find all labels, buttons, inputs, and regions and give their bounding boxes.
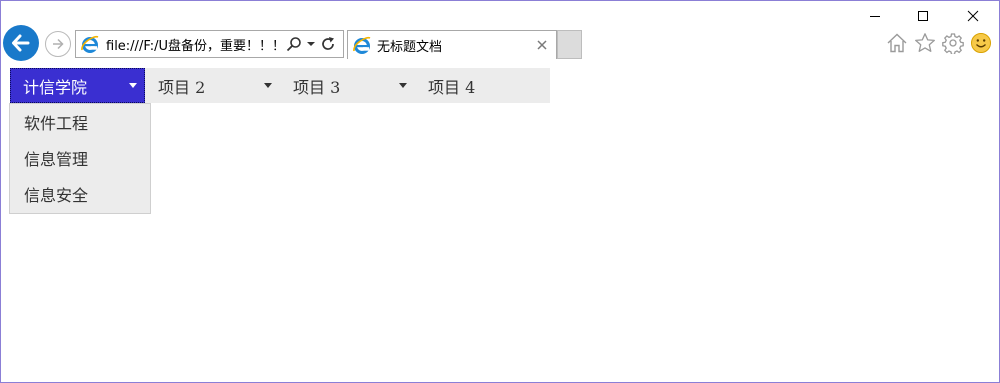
menu-item-label: 计信学院 [23, 77, 88, 97]
tab-untitled[interactable]: 无标题文档 [347, 30, 557, 59]
home-icon [887, 33, 907, 53]
close-icon [967, 10, 979, 22]
search-icon [286, 37, 301, 52]
caret-down-icon [129, 83, 137, 88]
refresh-icon [322, 37, 334, 50]
caret-down-icon [399, 83, 407, 88]
close-tab-button[interactable] [533, 36, 551, 54]
ie-logo-icon [81, 35, 99, 53]
dropdown-item-information-security[interactable]: 信息安全 [10, 176, 150, 212]
chevron-down-icon [307, 42, 315, 46]
dropdown-item-information-management[interactable]: 信息管理 [10, 140, 150, 176]
favorites-button[interactable] [913, 31, 937, 55]
dropdown-menu: 软件工程 信息管理 信息安全 [9, 103, 151, 214]
home-button[interactable] [885, 31, 909, 55]
close-window-button[interactable] [950, 4, 996, 28]
smiley-icon [971, 33, 991, 53]
forward-button[interactable] [45, 31, 71, 57]
menu-item-label: 项目 4 [428, 77, 476, 97]
gear-icon [942, 33, 964, 54]
address-dropdown-button[interactable] [305, 35, 317, 53]
menu-item-3[interactable]: 项目 3 [280, 68, 415, 103]
close-icon [537, 40, 547, 50]
caret-down-icon [264, 83, 272, 88]
address-bar[interactable]: file:///F:/U盘备份，重要！！！ [75, 30, 344, 58]
menu-item-label: 项目 2 [158, 77, 206, 97]
feedback-button[interactable] [969, 31, 993, 55]
star-icon [915, 33, 935, 52]
forward-arrow-icon [53, 38, 64, 50]
minimize-button[interactable] [852, 4, 898, 28]
maximize-button[interactable] [900, 4, 946, 28]
dropdown-item-software-engineering[interactable]: 软件工程 [10, 104, 150, 140]
minimize-icon [870, 16, 880, 17]
menu-item-1[interactable]: 计信学院 [10, 68, 145, 103]
address-text[interactable]: file:///F:/U盘备份，重要！！！ [106, 35, 283, 54]
new-tab-button[interactable] [557, 30, 582, 59]
maximize-icon [918, 11, 928, 21]
settings-button[interactable] [941, 31, 965, 55]
ie-logo-icon [353, 36, 371, 54]
nav-menu-bar: 计信学院 项目 2 项目 3 项目 4 [10, 68, 550, 103]
back-arrow-icon [12, 34, 30, 52]
menu-item-label: 项目 3 [293, 77, 341, 97]
menu-item-2[interactable]: 项目 2 [145, 68, 280, 103]
tab-title: 无标题文档 [377, 39, 443, 55]
refresh-button[interactable] [319, 35, 337, 53]
back-button[interactable] [3, 25, 39, 61]
menu-item-4[interactable]: 项目 4 [415, 68, 550, 103]
search-button[interactable] [285, 35, 303, 53]
